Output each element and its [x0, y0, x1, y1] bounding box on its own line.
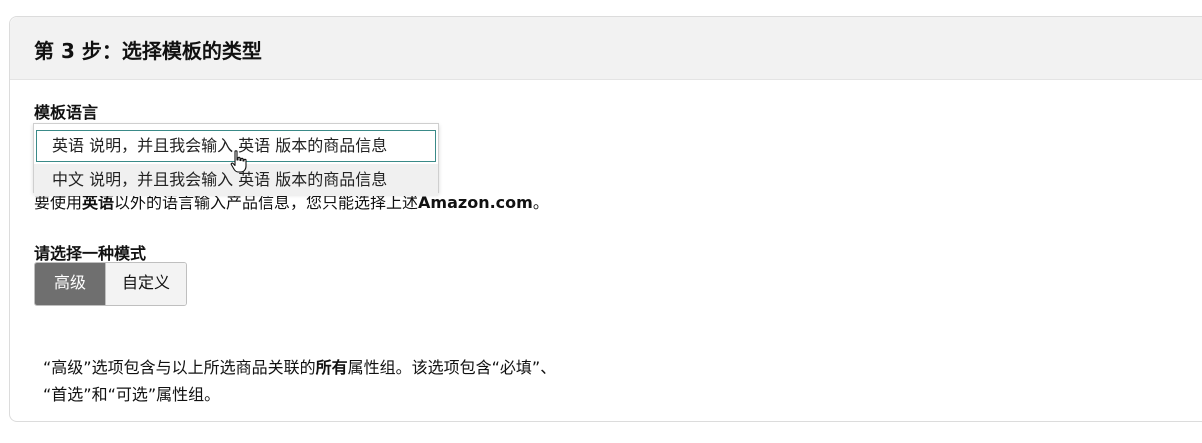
language-note-suffix: 。: [532, 193, 549, 212]
description-line-2: “首选”和“可选”属性组。: [43, 385, 221, 404]
page-title: 第 3 步：选择模板的类型: [34, 39, 262, 63]
mode-description: “高级”选项包含与以上所选商品关联的所有属性组。该选项包含“必填”、 “首选”和…: [43, 354, 556, 408]
hand-pointer-cursor-icon: [230, 150, 247, 173]
description-line-1-bold: 所有: [315, 358, 348, 377]
description-line-1-part-2: 属性组。该选项包含“必填”、: [347, 358, 557, 377]
description-line-1: “高级”选项包含与以上所选商品关联的所有属性组。该选项包含“必填”、: [43, 354, 556, 381]
mode-toggle-group: 高级 自定义: [34, 262, 188, 306]
mode-advanced-button[interactable]: 高级: [35, 263, 105, 305]
template-language-label: 模板语言: [34, 103, 99, 122]
mode-custom-button[interactable]: 自定义: [105, 263, 187, 305]
panel-header: 第 3 步：选择模板的类型: [10, 17, 1202, 80]
description-line-1-part-1: “高级”选项包含与以上所选商品关联的: [43, 358, 316, 377]
mode-label: 请选择一种模式: [34, 244, 147, 263]
